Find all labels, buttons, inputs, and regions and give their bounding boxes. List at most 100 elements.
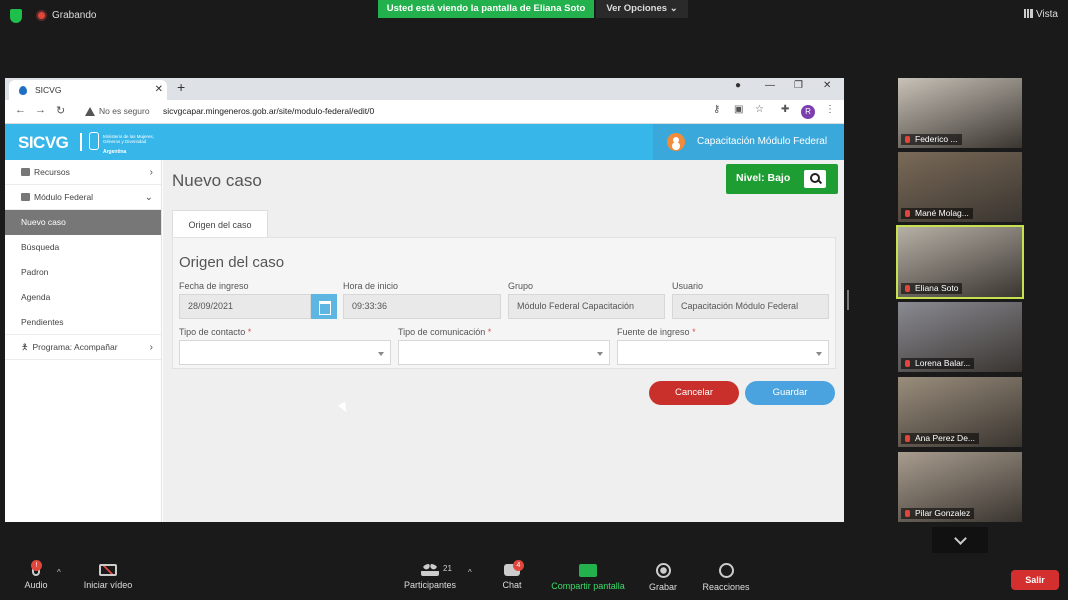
profile-avatar[interactable]: R: [801, 105, 815, 119]
audio-options-caret-icon[interactable]: ^: [57, 568, 61, 577]
sidebar-item-modulo-federal[interactable]: Módulo Federal ⌄: [5, 185, 161, 210]
leave-button[interactable]: Salir: [1011, 570, 1059, 590]
participant-name: Ana Perez De...: [901, 433, 980, 444]
user-name: Capacitación Módulo Federal: [697, 136, 828, 147]
participant-video-tile[interactable]: Ana Perez De...: [898, 377, 1022, 447]
sidebar-item-busqueda[interactable]: Búsqueda: [5, 235, 161, 260]
required-mark: *: [247, 327, 252, 337]
chat-unread-badge: 4: [513, 560, 524, 571]
view-options-label: Ver Opciones: [606, 3, 668, 14]
participant-video-tile[interactable]: Federico ...: [898, 78, 1022, 148]
back-arrow-icon[interactable]: ←: [15, 104, 26, 116]
panel-resize-handle[interactable]: [847, 290, 849, 310]
sidebar-item-nuevo-caso[interactable]: Nuevo caso: [5, 210, 161, 235]
security-status[interactable]: No es seguro: [99, 106, 150, 116]
chevron-right-icon: ›: [149, 167, 153, 178]
extensions-icon[interactable]: ✚: [781, 104, 789, 115]
key-icon[interactable]: ⚷: [713, 104, 720, 115]
sidebar-item-recursos[interactable]: Recursos ›: [5, 160, 161, 185]
grupo-label: Grupo: [508, 281, 534, 291]
user-avatar-icon: [667, 133, 685, 151]
reload-icon[interactable]: ↻: [56, 104, 65, 117]
audio-label: Audio: [24, 580, 48, 590]
security-shield-icon[interactable]: [10, 9, 22, 23]
video-off-icon: [99, 564, 117, 576]
browser-menu-icon[interactable]: ⋮: [825, 104, 835, 115]
chat-label: Chat: [502, 580, 522, 590]
sidebar-item-pendientes[interactable]: Pendientes: [5, 310, 161, 335]
fuente-label: Fuente de ingreso *: [617, 327, 696, 337]
reactions-label: Reacciones: [702, 582, 750, 592]
participant-name: Mané Molag...: [901, 208, 973, 219]
risk-level-label: Nivel: Bajo: [736, 172, 791, 184]
comunicacion-label-text: Tipo de comunicación: [398, 327, 486, 337]
contacto-label: Tipo de contacto *: [179, 327, 251, 337]
participant-video-tile[interactable]: Pilar Gonzalez: [898, 452, 1022, 522]
participant-video-tile[interactable]: Mané Molag...: [898, 152, 1022, 222]
site-favicon-icon: [19, 86, 27, 95]
warning-icon[interactable]: [85, 107, 95, 117]
fecha-field[interactable]: 28/09/2021: [179, 294, 311, 319]
maximize-icon[interactable]: ❐: [794, 80, 803, 91]
participants-count: 21: [443, 564, 452, 573]
microphone-icon: !: [31, 560, 42, 576]
sidebar-item-padron[interactable]: Padron: [5, 260, 161, 285]
usuario-field[interactable]: Capacitación Módulo Federal: [672, 294, 829, 319]
translate-icon[interactable]: ▣: [734, 104, 743, 115]
minimize-icon[interactable]: —: [765, 80, 775, 91]
view-button[interactable]: Vista: [1023, 9, 1058, 20]
calendar-icon[interactable]: [311, 294, 337, 319]
close-window-icon[interactable]: ✕: [823, 80, 831, 91]
resources-icon: [21, 168, 30, 176]
person-icon: 🯅: [21, 342, 29, 352]
sidebar-item-label: Programa: Acompañar: [32, 342, 118, 352]
grupo-field[interactable]: Módulo Federal Capacitación: [508, 294, 665, 319]
site-header: SICVG Ministerio de las Mujeres, Géneros…: [5, 124, 844, 160]
participant-video-tile[interactable]: Eliana Soto: [896, 225, 1024, 299]
sidebar-item-label: Módulo Federal: [34, 192, 94, 202]
new-tab-icon[interactable]: +: [177, 79, 185, 95]
chat-icon: 4: [504, 560, 524, 576]
participant-video-tile[interactable]: Lorena Balar...: [898, 302, 1022, 372]
usuario-label: Usuario: [672, 281, 704, 291]
logo-divider: [80, 133, 82, 151]
bookmark-star-icon[interactable]: ☆: [755, 104, 764, 115]
participants-button[interactable]: Participantes: [400, 556, 460, 590]
start-video-button[interactable]: Iniciar vídeo: [80, 556, 136, 590]
cancel-button[interactable]: Cancelar: [649, 381, 739, 405]
scroll-down-chevron-icon[interactable]: [932, 527, 988, 553]
view-label: Vista: [1035, 9, 1058, 20]
record-icon: [655, 563, 671, 578]
profile-menu-icon[interactable]: ●: [735, 80, 741, 91]
view-options-button[interactable]: Ver Opciones ⌄: [596, 0, 688, 18]
browser-tab[interactable]: SICVG ✕: [9, 80, 167, 100]
record-button[interactable]: Grabar: [646, 556, 680, 592]
forward-arrow-icon[interactable]: →: [35, 104, 46, 116]
close-tab-icon[interactable]: ✕: [155, 80, 163, 100]
required-mark: *: [692, 327, 696, 337]
user-menu[interactable]: Capacitación Módulo Federal: [653, 124, 844, 160]
site-logo[interactable]: SICVG: [18, 133, 69, 153]
ministry-name: Ministerio de las Mujeres, Géneros y Div…: [103, 134, 155, 144]
participant-name: Lorena Balar...: [901, 358, 975, 369]
audio-warning-badge: !: [31, 560, 42, 571]
search-icon[interactable]: [804, 170, 826, 188]
module-icon: [21, 193, 30, 201]
comunicacion-select[interactable]: [398, 340, 610, 365]
contacto-select[interactable]: [179, 340, 391, 365]
audio-button[interactable]: ! Audio: [16, 556, 56, 590]
tab-origen-del-caso[interactable]: Origen del caso: [172, 210, 268, 238]
share-screen-label: Compartir pantalla: [551, 581, 625, 591]
participants-options-caret-icon[interactable]: ^: [468, 568, 472, 577]
share-screen-button[interactable]: Compartir pantalla: [548, 556, 628, 591]
sidebar-item-programa-acompanar[interactable]: 🯅 Programa: Acompañar ›: [5, 335, 161, 360]
reactions-button[interactable]: Reacciones: [700, 556, 752, 592]
url-field[interactable]: sicvgcapar.mingeneros.gob.ar/site/modulo…: [163, 106, 374, 116]
chat-button[interactable]: 4 Chat: [496, 556, 528, 590]
required-mark: *: [487, 327, 492, 337]
fuente-select[interactable]: [617, 340, 829, 365]
page-title: Nuevo caso: [172, 171, 262, 190]
sidebar-item-agenda[interactable]: Agenda: [5, 285, 161, 310]
save-button[interactable]: Guardar: [745, 381, 835, 405]
hora-field[interactable]: 09:33:36: [343, 294, 501, 319]
